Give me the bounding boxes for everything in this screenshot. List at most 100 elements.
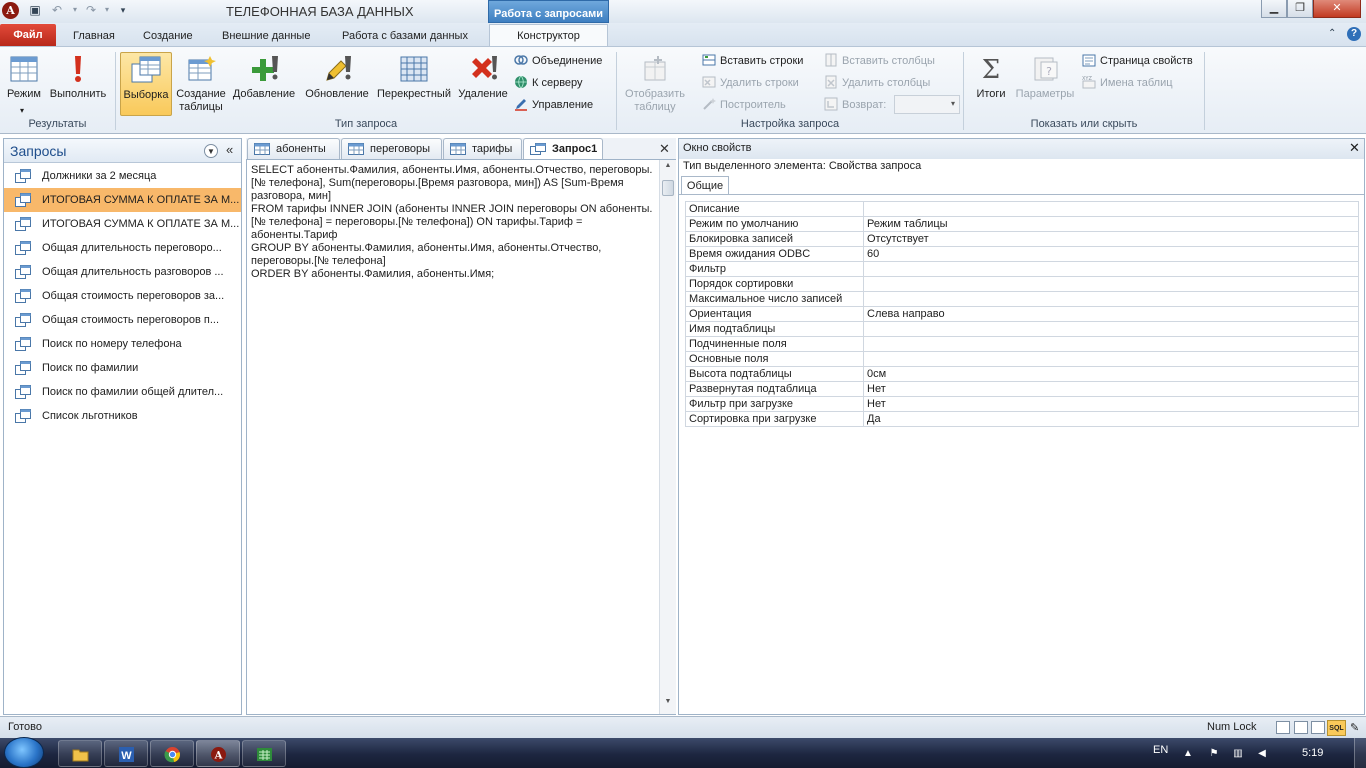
run-button[interactable]: Выполнить bbox=[46, 52, 110, 116]
minimize-button[interactable]: ▁ bbox=[1261, 0, 1287, 18]
select-query-button[interactable]: Выборка bbox=[120, 52, 172, 116]
tab-home[interactable]: Главная bbox=[73, 26, 115, 46]
delete-query-button[interactable]: Удаление bbox=[456, 52, 510, 116]
nav-query-item[interactable]: Общая длительность разговоров ... bbox=[4, 260, 241, 284]
taskbar-chrome[interactable] bbox=[150, 740, 194, 767]
pivot-chart-view-icon[interactable] bbox=[1311, 721, 1325, 734]
delete-rows-button[interactable]: Удалить строки bbox=[702, 74, 799, 92]
property-row[interactable]: Время ожидания ODBC 60 bbox=[685, 246, 1359, 262]
help-icon[interactable]: ? bbox=[1347, 27, 1361, 41]
make-table-button[interactable]: Создание таблицы bbox=[173, 52, 229, 116]
table-names-button[interactable]: XYZ Имена таблиц bbox=[1082, 74, 1173, 92]
taskbar-word[interactable]: W bbox=[104, 740, 148, 767]
pivot-table-view-icon[interactable] bbox=[1294, 721, 1308, 734]
close-property-sheet-icon[interactable]: ✕ bbox=[1349, 140, 1360, 156]
property-value[interactable] bbox=[863, 276, 1359, 292]
nav-query-item[interactable]: ИТОГОВАЯ СУММА К ОПЛАТЕ ЗА М... bbox=[4, 188, 241, 212]
customize-qat-icon[interactable]: ▾ bbox=[116, 3, 130, 17]
property-value[interactable] bbox=[863, 351, 1359, 367]
builder-button[interactable]: Построитель bbox=[702, 96, 786, 114]
nav-query-item[interactable]: Общая длительность переговоро... bbox=[4, 236, 241, 260]
append-query-button[interactable]: Добавление bbox=[230, 52, 298, 116]
property-row[interactable]: Высота подтаблицы 0см bbox=[685, 366, 1359, 382]
property-value[interactable]: Нет bbox=[863, 381, 1359, 397]
datasheet-view-icon[interactable] bbox=[1276, 721, 1290, 734]
doc-tab-tariffs[interactable]: тарифы bbox=[443, 138, 522, 159]
taskbar-explorer[interactable] bbox=[58, 740, 102, 767]
pass-through-button[interactable]: К серверу bbox=[514, 74, 583, 92]
nav-query-item[interactable]: Поиск по номеру телефона bbox=[4, 332, 241, 356]
property-row[interactable]: Фильтр bbox=[685, 261, 1359, 277]
property-value[interactable] bbox=[863, 291, 1359, 307]
nav-query-item[interactable]: Общая стоимость переговоров п... bbox=[4, 308, 241, 332]
property-value[interactable] bbox=[863, 201, 1359, 217]
tab-design[interactable]: Конструктор bbox=[489, 24, 608, 47]
collapse-nav-pane-icon[interactable]: « bbox=[226, 142, 233, 157]
insert-columns-button[interactable]: Вставить столбцы bbox=[824, 52, 935, 70]
property-row[interactable]: Имя подтаблицы bbox=[685, 321, 1359, 337]
insert-rows-button[interactable]: Вставить строки bbox=[702, 52, 803, 70]
property-row[interactable]: Ориентация Слева направо bbox=[685, 306, 1359, 322]
property-value[interactable]: 60 bbox=[863, 246, 1359, 262]
maximize-button[interactable]: ❐ bbox=[1287, 0, 1313, 18]
property-row[interactable]: Блокировка записей Отсутствует bbox=[685, 231, 1359, 247]
property-value[interactable]: Нет bbox=[863, 396, 1359, 412]
tray-expand-icon[interactable]: ▲ bbox=[1182, 748, 1194, 760]
taskbar-access[interactable]: A bbox=[196, 740, 240, 767]
totals-button[interactable]: Σ Итоги bbox=[970, 52, 1012, 116]
doc-tab-subscribers[interactable]: абоненты bbox=[247, 138, 340, 159]
nav-query-item[interactable]: Поиск по фамилии общей длител... bbox=[4, 380, 241, 404]
tab-general[interactable]: Общие bbox=[681, 176, 729, 195]
property-row[interactable]: Фильтр при загрузке Нет bbox=[685, 396, 1359, 412]
start-button[interactable] bbox=[4, 737, 44, 768]
property-row[interactable]: Режим по умолчанию Режим таблицы bbox=[685, 216, 1359, 232]
redo-icon[interactable]: ↷ bbox=[84, 3, 98, 17]
tab-database-tools[interactable]: Работа с базами данных bbox=[342, 26, 468, 46]
property-value[interactable]: Да bbox=[863, 411, 1359, 427]
access-app-icon[interactable]: A bbox=[2, 2, 19, 19]
sql-view-icon[interactable]: SQL bbox=[1327, 720, 1346, 736]
show-desktop-button[interactable] bbox=[1354, 738, 1366, 768]
tab-create[interactable]: Создание bbox=[143, 26, 193, 46]
property-value[interactable] bbox=[863, 336, 1359, 352]
data-definition-button[interactable]: Управление bbox=[514, 96, 593, 114]
property-row[interactable]: Максимальное число записей bbox=[685, 291, 1359, 307]
property-row[interactable]: Подчиненные поля bbox=[685, 336, 1359, 352]
nav-query-item[interactable]: Поиск по фамилии bbox=[4, 356, 241, 380]
design-view-icon[interactable]: ✎ bbox=[1350, 721, 1359, 734]
nav-query-item[interactable]: Общая стоимость переговоров за... bbox=[4, 284, 241, 308]
sql-editor[interactable]: SELECT абоненты.Фамилия, абоненты.Имя, а… bbox=[246, 159, 676, 715]
property-value[interactable]: 0см bbox=[863, 366, 1359, 382]
action-center-flag-icon[interactable]: ⚑ bbox=[1208, 748, 1220, 760]
property-row[interactable]: Развернутая подтаблица Нет bbox=[685, 381, 1359, 397]
volume-icon[interactable]: ◀ bbox=[1256, 748, 1268, 760]
property-value[interactable]: Отсутствует bbox=[863, 231, 1359, 247]
nav-query-item[interactable]: Список льготников bbox=[4, 404, 241, 428]
nav-category-dropdown-icon[interactable]: ▼ bbox=[204, 144, 218, 158]
property-value[interactable] bbox=[863, 261, 1359, 277]
tab-external-data[interactable]: Внешние данные bbox=[222, 26, 310, 46]
taskbar-excel[interactable] bbox=[242, 740, 286, 767]
network-icon[interactable]: ▥ bbox=[1232, 748, 1244, 760]
crosstab-query-button[interactable]: Перекрестный bbox=[374, 52, 454, 116]
delete-columns-button[interactable]: Удалить столбцы bbox=[824, 74, 930, 92]
return-combobox[interactable]: ▾ bbox=[894, 95, 960, 114]
tab-file[interactable]: Файл bbox=[0, 24, 56, 46]
scroll-up-icon[interactable]: ▲ bbox=[660, 162, 676, 176]
save-icon[interactable]: ▣ bbox=[28, 3, 42, 17]
nav-query-item[interactable]: Должники за 2 месяца bbox=[4, 164, 241, 188]
property-value[interactable]: Слева направо bbox=[863, 306, 1359, 322]
property-value[interactable]: Режим таблицы bbox=[863, 216, 1359, 232]
collapse-ribbon-icon[interactable]: ⌃ bbox=[1328, 28, 1336, 39]
clock[interactable]: 5:19 bbox=[1302, 747, 1323, 759]
nav-query-item[interactable]: ИТОГОВАЯ СУММА К ОПЛАТЕ ЗА М... bbox=[4, 212, 241, 236]
scroll-thumb[interactable] bbox=[662, 180, 674, 196]
property-row[interactable]: Сортировка при загрузке Да bbox=[685, 411, 1359, 427]
property-row[interactable]: Порядок сортировки bbox=[685, 276, 1359, 292]
property-row[interactable]: Основные поля bbox=[685, 351, 1359, 367]
show-table-button[interactable]: Отобразить таблицу bbox=[620, 52, 690, 116]
property-value[interactable] bbox=[863, 321, 1359, 337]
undo-icon[interactable]: ↶ bbox=[50, 3, 64, 17]
sql-vertical-scrollbar[interactable]: ▲ ▼ bbox=[659, 160, 676, 714]
parameters-button[interactable]: ? Параметры bbox=[1012, 52, 1078, 116]
